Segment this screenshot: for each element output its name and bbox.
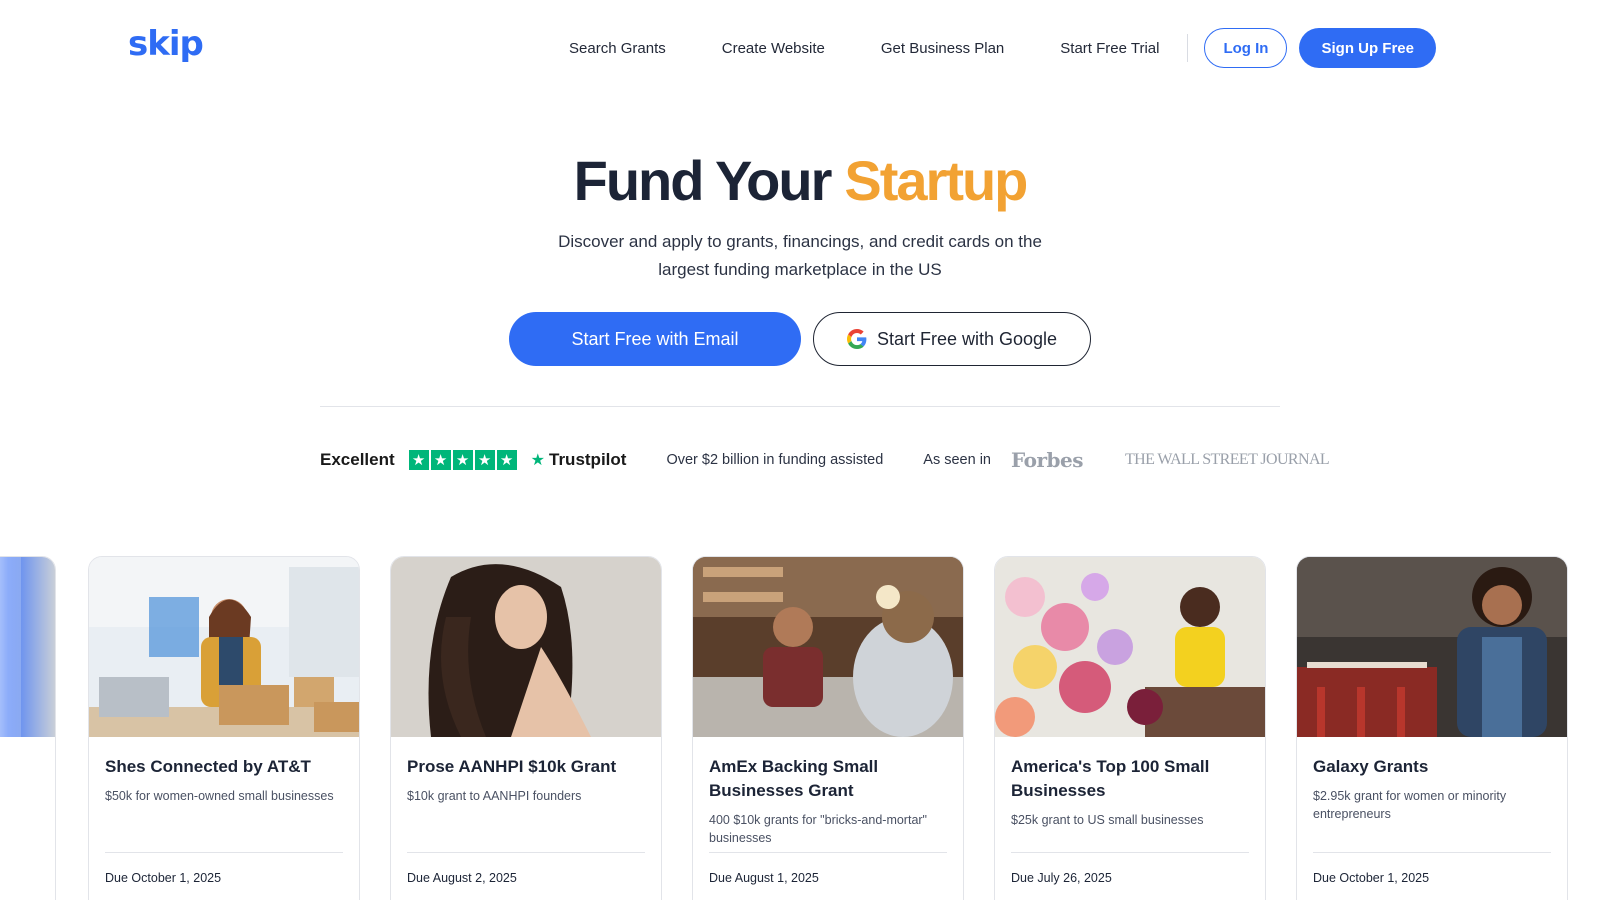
grant-card-divider: [407, 852, 645, 853]
grant-card-title: Prose AANHPI $10k Grant: [407, 757, 617, 776]
main-nav: Search Grants Create Website Get Busines…: [569, 28, 1436, 68]
cta-row: Start Free with Email Start Free with Go…: [0, 312, 1600, 366]
star-icon: ★: [452, 450, 473, 470]
due-date: August 1, 2025: [734, 871, 819, 885]
trust-strip: Excellent ★ ★ ★ ★ ★ ★ Trustpilot Over $2 …: [320, 448, 1330, 472]
hero-title: Fund Your Startup: [0, 148, 1600, 213]
login-button[interactable]: Log In: [1204, 28, 1288, 68]
grant-card-image: [89, 557, 359, 737]
grant-card-description: $2.95k grant for women or minority entre…: [1313, 789, 1507, 821]
nav-search-grants[interactable]: Search Grants: [569, 40, 666, 57]
trustpilot-stars: ★ ★ ★ ★ ★: [408, 450, 517, 470]
grant-card-divider: [1313, 852, 1551, 853]
skip-logo[interactable]: skip: [128, 24, 204, 64]
grant-card-divider: [105, 852, 343, 853]
nav-create-website[interactable]: Create Website: [722, 40, 825, 57]
grant-card[interactable]: Prose AANHPI $10k Grant $10k grant to AA…: [390, 556, 662, 900]
grant-card-title: America's Top 100 Small Businesses: [1011, 757, 1210, 800]
grant-card[interactable]: America's Top 100 Small Businesses $25k …: [994, 556, 1266, 900]
trustpilot-rating-word: Excellent: [320, 450, 395, 469]
nav-divider: [1187, 34, 1189, 62]
due-prefix: Due: [1313, 871, 1336, 885]
grant-card-due: Due August 1, 2025: [709, 871, 819, 885]
grant-card-image: [693, 557, 963, 737]
grant-card-divider: [709, 852, 947, 853]
nav-get-business-plan[interactable]: Get Business Plan: [881, 40, 1004, 57]
grant-card-description: $25k grant to US small businesses: [1011, 813, 1204, 827]
due-prefix: Due: [407, 871, 430, 885]
hero-title-accent: Startup: [844, 149, 1028, 212]
grant-card-title: AmEx Backing Small Businesses Grant: [709, 757, 879, 800]
due-prefix: Due: [709, 871, 732, 885]
due-date: July 26, 2025: [1037, 871, 1112, 885]
grant-card-title: Galaxy Grants: [1313, 757, 1429, 776]
hero-title-main: Fund Your: [573, 149, 833, 212]
signup-button[interactable]: Sign Up Free: [1299, 28, 1436, 68]
grant-card-image: [995, 557, 1265, 737]
as-seen-in-label: As seen in: [923, 452, 991, 468]
hero-divider: [320, 406, 1280, 407]
google-button-label: Start Free with Google: [876, 328, 1058, 349]
florist-with-flowers-image: [995, 557, 1265, 737]
grant-card-divider: [1011, 852, 1249, 853]
due-date: October 1, 2025: [1339, 871, 1430, 885]
start-email-button[interactable]: Start Free with Email: [509, 312, 801, 366]
star-icon: ★: [496, 450, 517, 470]
grant-card-body: Shes Connected by AT&T $50k for women-ow…: [89, 737, 359, 900]
grant-card-image: [391, 557, 661, 737]
barista-at-counter-image: [693, 557, 963, 737]
star-icon: ★: [474, 450, 495, 470]
grant-card-partial[interactable]: [0, 556, 56, 900]
due-date: August 2, 2025: [432, 871, 517, 885]
grant-card-image: [1297, 557, 1567, 737]
grant-card-title: Shes Connected by AT&T: [105, 757, 311, 776]
grant-card-description: 400 $10k grants for "bricks-and-mortar" …: [709, 813, 927, 845]
start-google-button[interactable]: Start Free with Google: [813, 312, 1091, 366]
woman-on-phone-with-boxes-image: [89, 557, 359, 737]
trustpilot-logo[interactable]: ★ Trustpilot: [531, 450, 627, 470]
grant-card-due: Due July 26, 2025: [1011, 871, 1112, 885]
carousel-fade: [0, 557, 21, 900]
star-icon: ★: [408, 450, 429, 470]
grant-card-description: $10k grant to AANHPI founders: [407, 789, 582, 803]
grant-card[interactable]: Galaxy Grants $2.95k grant for women or …: [1296, 556, 1568, 900]
star-icon: ★: [430, 450, 451, 470]
grant-card[interactable]: AmEx Backing Small Businesses Grant 400 …: [692, 556, 964, 900]
nav-start-free-trial[interactable]: Start Free Trial: [1060, 40, 1159, 57]
grant-card-body: Galaxy Grants $2.95k grant for women or …: [1297, 737, 1567, 900]
grant-card[interactable]: Shes Connected by AT&T $50k for women-ow…: [88, 556, 360, 900]
due-date: October 1, 2025: [131, 871, 222, 885]
grant-card-due: Due October 1, 2025: [1313, 871, 1429, 885]
google-icon: [846, 329, 867, 349]
restaurant-owner-image: [1297, 557, 1567, 737]
grant-card-body: AmEx Backing Small Businesses Grant 400 …: [693, 737, 963, 900]
trustpilot-label: Trustpilot: [549, 450, 627, 469]
grants-carousel: Shes Connected by AT&T $50k for women-ow…: [0, 556, 1600, 900]
grant-card-description: $50k for women-owned small businesses: [105, 789, 334, 803]
funding-stat: Over $2 billion in funding assisted: [666, 452, 884, 468]
trustpilot-star-icon: ★: [530, 452, 545, 469]
site-header: skip Search Grants Create Website Get Bu…: [0, 0, 1600, 96]
hero-subtitle: Discover and apply to grants, financings…: [558, 232, 1042, 279]
grant-card-body: America's Top 100 Small Businesses $25k …: [995, 737, 1265, 900]
grant-card-due: Due August 2, 2025: [407, 871, 517, 885]
woman-with-long-hair-image: [391, 557, 661, 737]
forbes-logo: Forbes: [1011, 448, 1083, 472]
due-prefix: Due: [105, 871, 128, 885]
due-prefix: Due: [1011, 871, 1034, 885]
grant-card-body: Prose AANHPI $10k Grant $10k grant to AA…: [391, 737, 661, 900]
wsj-logo: THE WALL STREET JOURNAL: [1124, 451, 1330, 468]
grant-card-due: Due October 1, 2025: [105, 871, 221, 885]
